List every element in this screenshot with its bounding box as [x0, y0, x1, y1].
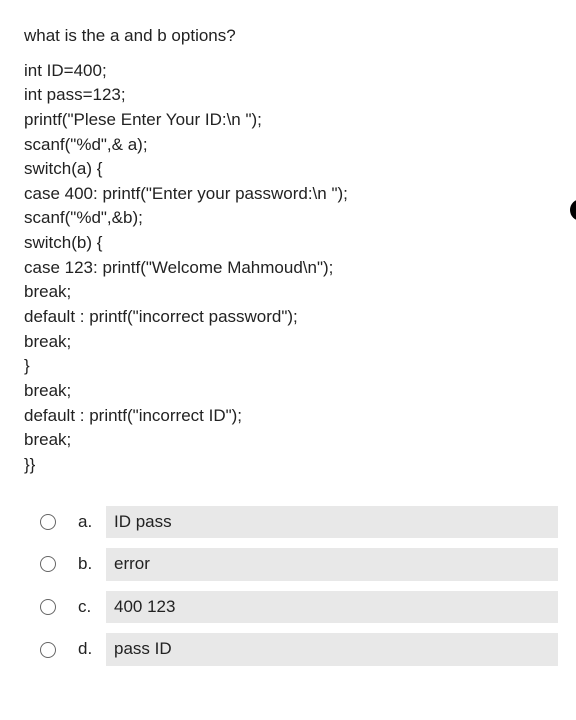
- code-line: int pass=123;: [24, 83, 558, 108]
- option-letter: c.: [78, 595, 106, 620]
- option-text: ID pass: [106, 506, 558, 539]
- code-line: switch(b) {: [24, 231, 558, 256]
- question-title: what is the a and b options?: [24, 24, 558, 49]
- option-c[interactable]: c. 400 123: [40, 591, 558, 624]
- code-line: case 400: printf("Enter your password:\n…: [24, 182, 558, 207]
- option-letter: a.: [78, 510, 106, 535]
- option-letter: b.: [78, 552, 106, 577]
- options-list: a. ID pass b. error c. 400 123 d. pass I…: [24, 506, 558, 667]
- code-line: switch(a) {: [24, 157, 558, 182]
- code-line: break;: [24, 280, 558, 305]
- code-line: scanf("%d",&b);: [24, 206, 558, 231]
- option-text: 400 123: [106, 591, 558, 624]
- code-line: scanf("%d",& a);: [24, 133, 558, 158]
- option-text: pass ID: [106, 633, 558, 666]
- radio-c[interactable]: [40, 599, 56, 615]
- option-letter: d.: [78, 637, 106, 662]
- code-line: }: [24, 354, 558, 379]
- option-text: error: [106, 548, 558, 581]
- code-line: }}: [24, 453, 558, 478]
- code-line: break;: [24, 330, 558, 355]
- code-line: default : printf("incorrect ID");: [24, 404, 558, 429]
- code-line: printf("Plese Enter Your ID:\n ");: [24, 108, 558, 133]
- option-a[interactable]: a. ID pass: [40, 506, 558, 539]
- code-line: case 123: printf("Welcome Mahmoud\n");: [24, 256, 558, 281]
- nav-arrow-icon[interactable]: [568, 197, 576, 223]
- code-line: break;: [24, 428, 558, 453]
- radio-d[interactable]: [40, 642, 56, 658]
- code-block: int ID=400; int pass=123; printf("Plese …: [24, 59, 558, 478]
- option-b[interactable]: b. error: [40, 548, 558, 581]
- code-line: default : printf("incorrect password");: [24, 305, 558, 330]
- code-line: break;: [24, 379, 558, 404]
- radio-a[interactable]: [40, 514, 56, 530]
- radio-b[interactable]: [40, 556, 56, 572]
- code-line: int ID=400;: [24, 59, 558, 84]
- option-d[interactable]: d. pass ID: [40, 633, 558, 666]
